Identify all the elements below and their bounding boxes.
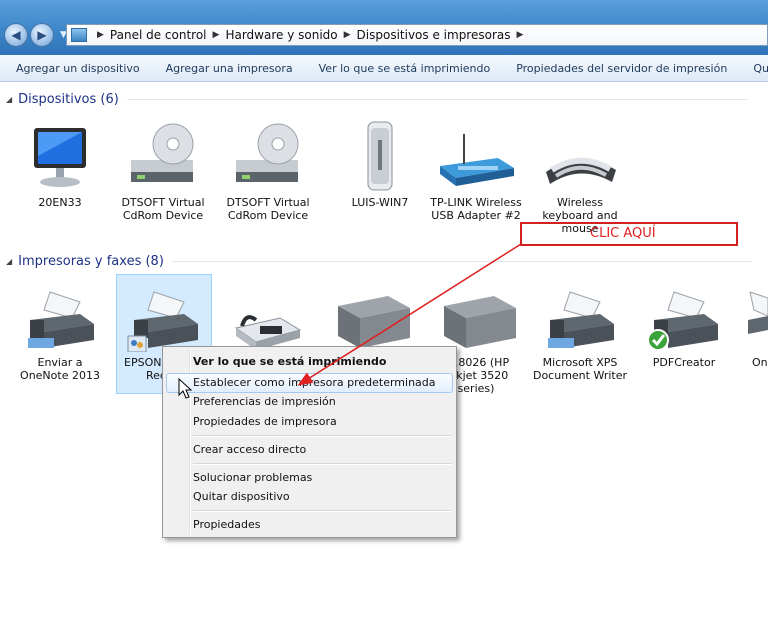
chevron-right-icon[interactable]: ▶	[213, 30, 220, 40]
device-item[interactable]: TP-LINK Wireless USB Adapter #2	[428, 120, 524, 222]
add-device-button[interactable]: Agregar un dispositivo	[0, 62, 153, 75]
cdrom-drive-icon	[228, 120, 308, 192]
cdrom-drive-icon	[123, 120, 203, 192]
control-panel-icon	[71, 28, 87, 42]
group-header-devices[interactable]: ◢ Dispositivos (6)	[6, 92, 747, 107]
multifunction-printer-icon	[436, 288, 516, 352]
chevron-right-icon[interactable]: ▶	[344, 30, 351, 40]
printer-icon	[540, 288, 620, 352]
breadcrumb-devices-printers[interactable]: Dispositivos e impresoras	[357, 28, 511, 42]
printer-icon	[20, 288, 100, 352]
printer-label: On	[752, 356, 768, 369]
device-item[interactable]: Wireless keyboard and mouse	[532, 120, 628, 235]
menu-separator	[193, 510, 452, 512]
printer-label: Enviar a OneNote 2013	[20, 356, 100, 382]
forward-arrow-icon[interactable]: ▶	[30, 23, 54, 47]
printer-icon	[734, 288, 768, 352]
device-label: TP-LINK Wireless USB Adapter #2	[430, 196, 522, 222]
see-printing-button[interactable]: Ver lo que se está imprimiendo	[306, 62, 504, 75]
device-label: DTSOFT Virtual CdRom Device	[226, 196, 310, 222]
printer-item[interactable]: Microsoft XPS Document Writer	[532, 288, 628, 382]
group-title: Dispositivos (6)	[18, 92, 119, 107]
menu-item-properties[interactable]: Propiedades	[193, 515, 260, 535]
group-divider	[126, 99, 747, 100]
printer-label: Microsoft XPS Document Writer	[532, 356, 628, 382]
mouse-cursor-icon	[178, 378, 192, 399]
device-item[interactable]: LUIS-WIN7	[332, 120, 428, 209]
back-arrow-icon[interactable]: ◀	[4, 23, 28, 47]
printer-label: PDFCreator	[652, 356, 716, 369]
menu-item-remove-device[interactable]: Quitar dispositivo	[193, 487, 290, 507]
menu-item-troubleshoot[interactable]: Solucionar problemas	[193, 468, 312, 488]
title-bar: ◀ ▶ ▼ ▶ Panel de control ▶ Hardware y so…	[0, 0, 768, 55]
chevron-right-icon[interactable]: ▶	[97, 30, 104, 40]
monitor-icon	[20, 120, 100, 192]
printer-item-default[interactable]: PDFCreator	[636, 288, 732, 369]
computer-tower-icon	[340, 120, 420, 192]
fax-icon	[226, 288, 306, 352]
menu-item-create-shortcut[interactable]: Crear acceso directo	[193, 440, 306, 460]
group-header-printers[interactable]: ◢ Impresoras y faxes (8)	[6, 254, 752, 269]
annotation-text: CLIC AQUÍ	[590, 226, 656, 241]
device-label: 20EN33	[38, 196, 82, 209]
device-item[interactable]: DTSOFT Virtual CdRom Device	[220, 120, 316, 222]
collapse-triangle-icon[interactable]: ◢	[6, 257, 12, 266]
remove-device-button[interactable]: Quitar dispositivo	[740, 62, 768, 75]
menu-separator	[193, 463, 452, 465]
printer-icon	[644, 288, 724, 352]
device-label: DTSOFT Virtual CdRom Device	[121, 196, 205, 222]
breadcrumb-hardware[interactable]: Hardware y sonido	[225, 28, 337, 42]
add-printer-button[interactable]: Agregar una impresora	[153, 62, 306, 75]
breadcrumb-control-panel[interactable]: Panel de control	[110, 28, 207, 42]
menu-item-printing-preferences[interactable]: Preferencias de impresión	[193, 392, 336, 412]
device-item[interactable]: 20EN33	[12, 120, 108, 209]
printer-item[interactable]: On	[734, 288, 768, 369]
address-bar[interactable]: ▶ Panel de control ▶ Hardware y sonido ▶…	[66, 24, 768, 46]
device-item[interactable]: DTSOFT Virtual CdRom Device	[115, 120, 211, 222]
multifunction-printer-icon	[330, 288, 410, 352]
command-bar: Agregar un dispositivo Agregar una impre…	[0, 55, 768, 82]
menu-item-see-printing[interactable]: Ver lo que se está imprimiendo	[193, 352, 386, 372]
printer-item[interactable]: Enviar a OneNote 2013	[12, 288, 108, 382]
print-server-properties-button[interactable]: Propiedades del servidor de impresión	[503, 62, 740, 75]
context-menu: Ver lo que se está imprimiendo Establece…	[162, 346, 457, 538]
menu-item-set-default-printer[interactable]: Establecer como impresora predeterminada	[193, 373, 436, 393]
collapse-triangle-icon[interactable]: ◢	[6, 95, 12, 104]
printer-icon	[124, 288, 204, 353]
group-title: Impresoras y faxes (8)	[18, 254, 164, 269]
group-divider	[171, 261, 752, 262]
keyboard-icon	[540, 120, 620, 192]
menu-item-printer-properties[interactable]: Propiedades de impresora	[193, 412, 337, 432]
wireless-adapter-icon	[436, 120, 516, 192]
menu-separator	[193, 435, 452, 437]
device-label: LUIS-WIN7	[351, 196, 409, 209]
chevron-right-icon[interactable]: ▶	[517, 30, 524, 40]
